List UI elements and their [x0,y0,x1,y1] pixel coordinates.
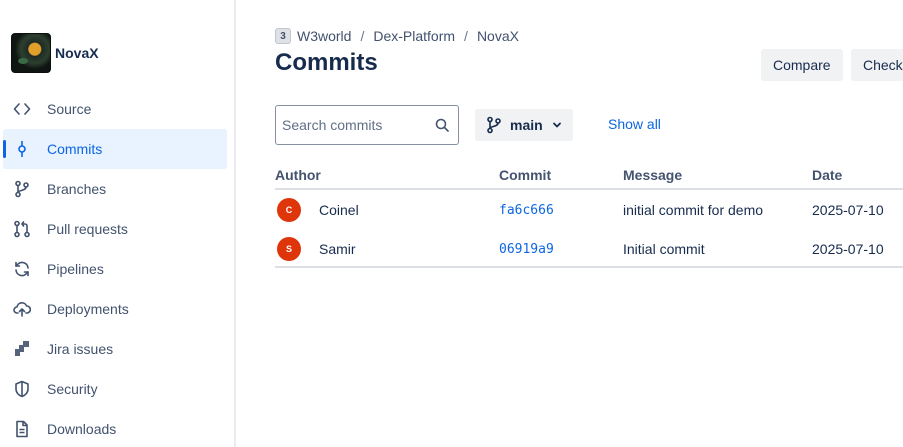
sidebar-item-branches[interactable]: Branches [3,169,227,209]
avatar[interactable]: C [277,198,301,222]
commit-author: Samir [319,241,356,257]
commit-author: Coinel [319,202,359,218]
repo-header[interactable]: NovaX [11,33,99,73]
commit-hash-link[interactable]: fa6c666 [499,203,554,218]
sidebar-item-label: Deployments [47,301,129,317]
column-header-date[interactable]: Date [812,167,842,183]
workspace-icon: 3 [275,28,291,44]
commit-date: 2025-07-10 [812,241,884,257]
table-row: S Samir 06919a9 Initial commit 2025-07-1… [275,229,903,268]
check-button[interactable]: Check [851,49,903,81]
sidebar-item-label: Security [47,381,98,397]
jira-icon [13,340,31,358]
cloud-upload-icon [13,300,31,318]
table-header: Author Commit Message Date [275,160,903,190]
page-title: Commits [275,49,378,76]
search-box [275,105,459,145]
file-icon [13,420,31,438]
sidebar-item-label: Pull requests [47,221,128,237]
breadcrumb-separator: / [360,28,365,44]
sidebar-item-label: Commits [47,141,103,157]
breadcrumb-workspace[interactable]: W3world [297,28,351,44]
breadcrumb: 3 W3world / Dex-Platform / NovaX [275,28,519,44]
search-input[interactable] [282,117,422,133]
column-header-commit[interactable]: Commit [499,167,551,183]
branch-icon [13,180,31,198]
repo-name: NovaX [55,45,99,61]
commit-message: Initial commit [623,241,705,257]
sidebar-item-downloads[interactable]: Downloads [3,409,227,447]
sidebar-item-label: Downloads [47,421,117,437]
sidebar-item-label: Source [47,101,92,117]
pipeline-icon [13,260,31,278]
sidebar-item-label: Pipelines [47,261,104,277]
branch-selector[interactable]: main [475,109,573,141]
avatar[interactable]: S [277,237,301,261]
sidebar-item-commits[interactable]: Commits [3,129,227,169]
compare-button[interactable]: Compare [761,49,843,81]
sidebar-item-pull-requests[interactable]: Pull requests [3,209,227,249]
show-all-link[interactable]: Show all [608,116,661,132]
sidebar-item-pipelines[interactable]: Pipelines [3,249,227,289]
sidebar-item-jira-issues[interactable]: Jira issues [3,329,227,369]
sidebar-item-label: Branches [47,181,107,197]
column-header-author[interactable]: Author [275,167,321,183]
sidebar-item-source[interactable]: Source [3,89,227,129]
commit-date: 2025-07-10 [812,202,884,218]
breadcrumb-project[interactable]: Dex-Platform [373,28,455,44]
breadcrumb-repo[interactable]: NovaX [477,28,519,44]
pull-request-icon [13,220,31,238]
commit-message: initial commit for demo [623,202,764,218]
commits-table: Author Commit Message Date C Coinel fa6c… [275,160,903,268]
commit-icon [13,140,31,158]
commit-hash-link[interactable]: 06919a9 [499,242,554,257]
shield-icon [13,380,31,398]
branch-icon [485,116,503,134]
column-header-message[interactable]: Message [623,167,682,183]
table-row: C Coinel fa6c666 initial commit for demo… [275,190,903,229]
sidebar-item-deployments[interactable]: Deployments [3,289,227,329]
sidebar-nav: Source Commits Branches Pull requests Pi… [3,89,227,447]
sidebar: NovaX Source Commits Branches Pull reque… [0,0,236,447]
breadcrumb-separator: / [464,28,468,44]
sidebar-item-label: Jira issues [47,341,114,357]
sidebar-item-security[interactable]: Security [3,369,227,409]
branch-name: main [510,117,543,133]
repo-avatar [11,33,51,73]
search-icon[interactable] [434,117,450,133]
chevron-down-icon [551,119,563,131]
code-icon [13,100,31,118]
